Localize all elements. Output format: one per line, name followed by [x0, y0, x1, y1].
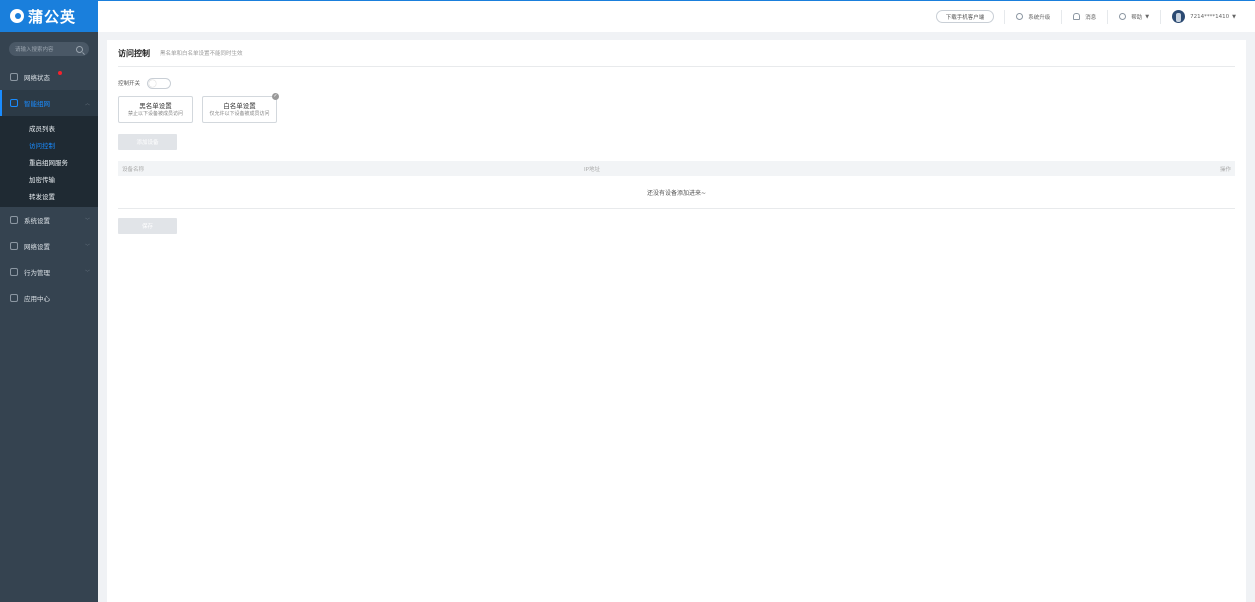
- switch-label: 控制开关: [118, 81, 141, 87]
- table-header: 设备名称 IP地址 操作: [118, 161, 1235, 176]
- help-icon: [1119, 13, 1127, 20]
- sidebar-item-label: 智能组网: [24, 100, 50, 108]
- blacklist-desc: 禁止以下设备被成员访问: [127, 111, 183, 117]
- whitelist-card[interactable]: 白名单设置 仅允许以下设备被成员访问 ✓: [202, 93, 279, 123]
- column-actions: 操作: [1219, 166, 1231, 173]
- network-status-icon: [10, 73, 18, 81]
- sidebar-item-smart-network[interactable]: 智能组网 ︿: [0, 90, 98, 116]
- save-button[interactable]: 保存: [118, 218, 177, 234]
- blacklist-card[interactable]: 黑名单设置 禁止以下设备被成员访问: [118, 96, 193, 123]
- avatar: [1172, 10, 1186, 23]
- user-menu[interactable]: 7214****1410 ▼: [1160, 9, 1247, 24]
- sidebar-item-system-settings[interactable]: 系统设置 ﹀: [0, 207, 98, 233]
- page-title: 访问控制: [118, 48, 150, 58]
- user-label: 7214****1410: [1190, 13, 1230, 20]
- blacklist-title: 黑名单设置: [139, 102, 172, 110]
- sidebar-item-label: 应用中心: [24, 295, 50, 303]
- bell-icon: [1073, 13, 1081, 20]
- add-device-button[interactable]: 添加设备: [118, 134, 177, 150]
- help-label: 帮助: [1131, 14, 1143, 21]
- title-row: 访问控制 黑名单和白名单设置不能同时生效: [118, 40, 1235, 67]
- system-upgrade-label: 系统升级: [1028, 14, 1051, 21]
- device-table: 设备名称 IP地址 操作 还没有设备添加进来~: [118, 161, 1235, 209]
- check-icon: ✓: [272, 93, 279, 100]
- search-icon[interactable]: [76, 45, 83, 53]
- app-center-icon: [10, 294, 18, 302]
- sidebar-item-network-status[interactable]: 网络状态: [0, 64, 98, 90]
- sidebar-subitem-encryption[interactable]: 加密传输: [0, 170, 98, 187]
- search-placeholder: 请输入搜索内容: [15, 47, 54, 53]
- messages-label: 消息: [1085, 14, 1097, 21]
- gear-icon: [10, 216, 18, 224]
- top-header: 下载手机客户端 系统升级 消息 帮助 ▼ 7214****1410 ▼: [98, 0, 1255, 32]
- sidebar-item-behavior[interactable]: 行为管理 ﹀: [0, 259, 98, 285]
- sidebar-submenu: 成员列表 访问控制 重启组网服务 加密传输 转发设置: [0, 116, 98, 207]
- main-panel: 访问控制 黑名单和白名单设置不能同时生效 控制开关 黑名单设置 禁止以下设备被成…: [107, 40, 1246, 602]
- behavior-icon: [10, 268, 18, 276]
- app-name: 蒲公英: [28, 7, 77, 26]
- control-switch-toggle[interactable]: [147, 77, 172, 89]
- column-device-name: 设备名称: [122, 166, 145, 173]
- page-subtitle: 黑名单和白名单设置不能同时生效: [160, 51, 243, 57]
- sidebar: 蒲公英 请输入搜索内容 网络状态 智能组网 ︿ 成员列表 访问控制 重启组网服务…: [0, 0, 98, 602]
- network-settings-icon: [10, 242, 18, 250]
- whitelist-desc: 仅允许以下设备被成员访问: [209, 111, 270, 117]
- messages-link[interactable]: 消息: [1061, 9, 1107, 24]
- chevron-down-icon: ﹀: [84, 243, 90, 250]
- sidebar-item-network-settings[interactable]: 网络设置 ﹀: [0, 233, 98, 259]
- sidebar-item-label: 网络状态: [24, 74, 50, 82]
- sidebar-subitem-access-control[interactable]: 访问控制: [0, 136, 98, 153]
- empty-state: 还没有设备添加进来~: [118, 176, 1235, 209]
- sidebar-item-app-center[interactable]: 应用中心: [0, 285, 98, 311]
- list-mode-cards: 黑名单设置 禁止以下设备被成员访问 白名单设置 仅允许以下设备被成员访问 ✓: [118, 93, 1235, 123]
- lock-icon: [1016, 13, 1024, 20]
- sidebar-subitem-restart-service[interactable]: 重启组网服务: [0, 153, 98, 170]
- sidebar-item-label: 行为管理: [24, 269, 50, 277]
- download-client-button[interactable]: 下载手机客户端: [935, 10, 995, 23]
- caret-down-icon: ▼: [1232, 13, 1236, 20]
- chevron-down-icon: ﹀: [84, 269, 90, 276]
- caret-down-icon: ▼: [1145, 13, 1150, 20]
- help-menu[interactable]: 帮助 ▼: [1107, 9, 1160, 24]
- chevron-down-icon: ﹀: [84, 217, 90, 224]
- column-ip: IP地址: [584, 166, 600, 173]
- logo[interactable]: 蒲公英: [0, 0, 98, 32]
- sidebar-subitem-forwarding[interactable]: 转发设置: [0, 187, 98, 204]
- chevron-up-icon: ︿: [84, 100, 90, 107]
- sidebar-search[interactable]: 请输入搜索内容: [9, 42, 89, 56]
- logo-icon: [10, 9, 24, 23]
- sidebar-item-label: 网络设置: [24, 243, 50, 251]
- system-upgrade-link[interactable]: 系统升级: [1004, 9, 1061, 24]
- whitelist-title: 白名单设置: [223, 102, 256, 110]
- notification-dot: [58, 71, 62, 75]
- sidebar-subitem-members[interactable]: 成员列表: [0, 119, 98, 136]
- control-switch-row: 控制开关: [118, 77, 1235, 89]
- sidebar-item-label: 系统设置: [24, 217, 50, 225]
- smart-network-icon: [10, 99, 18, 107]
